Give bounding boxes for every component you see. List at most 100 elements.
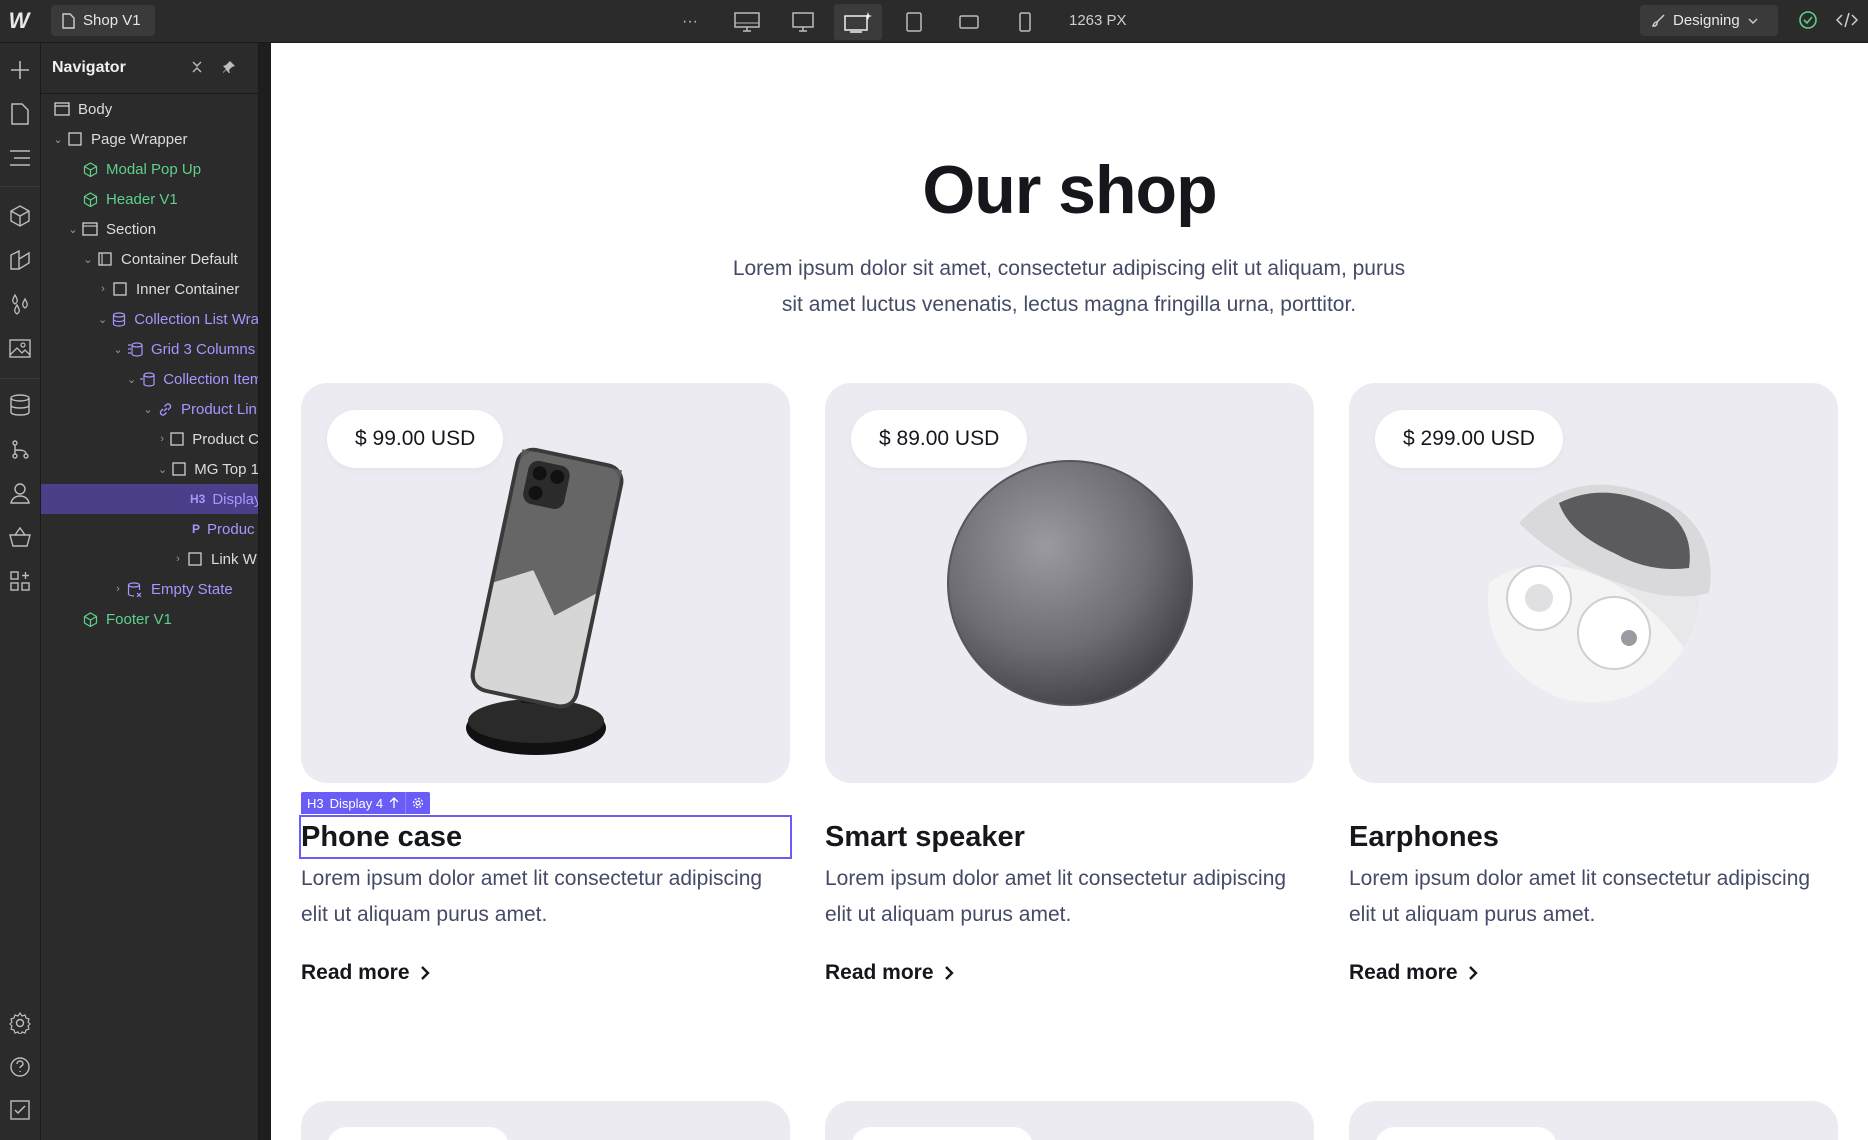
chevron-down-icon[interactable]: ⌄ (97, 313, 108, 326)
pin-panel-icon[interactable] (222, 60, 236, 79)
nav-item-label: Product Lin (181, 400, 257, 418)
style-selectors-icon[interactable] (7, 247, 33, 273)
nav-item-modal-pop-up[interactable]: Modal Pop Up (41, 154, 258, 184)
product-title[interactable]: Phone case (299, 815, 792, 859)
product-card-earphones[interactable]: $ 299.00 USD Earphones Lorem ipsum dolor… (1349, 383, 1838, 984)
product-card-smart-speaker[interactable]: $ 89.00 USD Smart speaker Lorem ipsum do… (825, 383, 1314, 984)
variables-icon[interactable] (7, 291, 33, 317)
read-more-label: Read more (1349, 961, 1458, 984)
apps-icon[interactable] (7, 568, 33, 594)
nav-item-label: Display (212, 490, 259, 508)
selected-element-tag[interactable]: H3 Display 4 (301, 792, 431, 814)
nav-item-grid-3-columns[interactable]: ⌄ Grid 3 Columns (41, 334, 258, 364)
nav-item-label: Collection List Wra (134, 310, 259, 328)
subtitle-line: Lorem ipsum dolor sit amet, consectetur … (732, 257, 1406, 280)
page-selector[interactable]: Shop V1 (51, 5, 155, 36)
read-more-link[interactable]: Read more (301, 961, 430, 985)
audit-checklist-icon[interactable] (7, 1097, 33, 1123)
more-options-button[interactable]: ··· (666, 4, 714, 40)
nav-item-footer-v1[interactable]: Footer V1 (41, 604, 258, 634)
read-more-label: Read more (825, 961, 934, 984)
navigator-icon[interactable] (7, 145, 33, 171)
read-more-link[interactable]: Read more (1349, 961, 1478, 985)
read-more-link[interactable]: Read more (825, 961, 954, 985)
settings-icon[interactable] (7, 1010, 33, 1036)
nav-item-label: Link W (211, 550, 257, 568)
ecommerce-icon[interactable] (7, 524, 33, 550)
chevron-right-icon (944, 966, 954, 980)
webflow-logo-icon[interactable]: W (6, 9, 32, 33)
assets-icon[interactable] (7, 335, 33, 361)
users-icon[interactable] (7, 480, 33, 506)
mode-dropdown[interactable]: Designing (1640, 5, 1778, 36)
description-line: elit ut aliquam purus amet. (301, 903, 548, 926)
product-description[interactable]: Lorem ipsum dolor amet lit consectetur a… (825, 861, 1314, 933)
nav-item-container-default[interactable]: ⌄ Container Default (41, 244, 258, 274)
chevron-right-icon[interactable]: › (112, 583, 124, 595)
product-card-partial[interactable] (825, 1101, 1314, 1140)
select-parent-icon[interactable] (389, 797, 399, 809)
product-card-partial[interactable] (301, 1101, 790, 1140)
subtitle-line: sit amet luctus venenatis, lectus magna … (781, 293, 1357, 316)
product-card-phone-case[interactable]: $ 99.00 USD H3 Display 4 Phone case Lore… (299, 383, 792, 984)
nav-item-body[interactable]: Body (41, 94, 258, 124)
collection-item-icon (139, 371, 155, 387)
chevron-down-icon[interactable]: ⌄ (142, 403, 154, 416)
nav-item-display-heading[interactable]: H3 Display (41, 484, 259, 514)
code-export-icon[interactable] (1835, 10, 1859, 35)
paragraph-tag: P (192, 522, 201, 536)
add-elements-icon[interactable] (7, 57, 33, 83)
desktop-large-breakpoint-icon[interactable] (723, 4, 771, 40)
nav-item-label: Collection Item (163, 370, 259, 388)
desktop-medium-breakpoint-icon[interactable] (779, 4, 827, 40)
nav-item-link-wrapper[interactable]: › Link W (41, 544, 258, 574)
price-badge-partial (1375, 1127, 1557, 1140)
chevron-right-icon[interactable]: › (97, 283, 109, 295)
product-description[interactable]: Lorem ipsum dolor amet lit consectetur a… (301, 861, 790, 933)
nav-item-mg-top[interactable]: ⌄ MG Top 1 (41, 454, 258, 484)
nav-item-empty-state[interactable]: › Empty State (41, 574, 258, 604)
product-description[interactable]: Lorem ipsum dolor amet lit consectetur a… (1349, 861, 1838, 933)
product-image-container[interactable]: $ 299.00 USD (1349, 383, 1838, 783)
nav-item-product-link[interactable]: ⌄ Product Lin (41, 394, 258, 424)
help-icon[interactable] (7, 1053, 33, 1079)
chevron-down-icon[interactable]: ⌄ (82, 253, 94, 266)
nav-item-inner-container[interactable]: › Inner Container (41, 274, 258, 304)
nav-item-header-v1[interactable]: Header V1 (41, 184, 258, 214)
nav-item-product-paragraph[interactable]: P Produc (41, 514, 258, 544)
cms-icon[interactable] (7, 392, 33, 418)
chevron-right-icon[interactable]: › (157, 433, 167, 445)
div-block-icon (170, 431, 184, 447)
product-image-container[interactable]: $ 99.00 USD (301, 383, 790, 783)
logic-icon[interactable] (7, 436, 33, 462)
design-canvas[interactable]: Our shop Lorem ipsum dolor sit amet, con… (271, 43, 1868, 1140)
page-title[interactable]: Our shop (271, 151, 1868, 229)
chevron-down-icon[interactable]: ⌄ (157, 463, 168, 476)
collapse-all-icon[interactable] (191, 60, 203, 79)
page-subtitle[interactable]: Lorem ipsum dolor sit amet, consectetur … (694, 251, 1444, 323)
mobile-portrait-breakpoint-icon[interactable] (1001, 4, 1049, 40)
chevron-down-icon[interactable]: ⌄ (67, 223, 79, 236)
element-settings-gear-icon[interactable] (412, 797, 424, 809)
chevron-down-icon[interactable]: ⌄ (112, 343, 124, 356)
nav-item-collection-list-wrapper[interactable]: ⌄ Collection List Wra (41, 304, 259, 334)
desktop-base-breakpoint-icon[interactable] (834, 4, 882, 40)
mobile-landscape-breakpoint-icon[interactable] (945, 4, 993, 40)
tablet-breakpoint-icon[interactable] (890, 4, 938, 40)
pages-icon[interactable] (7, 101, 33, 127)
nav-item-section[interactable]: ⌄ Section (41, 214, 258, 244)
chevron-right-icon[interactable]: › (172, 553, 184, 565)
product-title[interactable]: Smart speaker (825, 817, 1314, 857)
chevron-down-icon[interactable]: ⌄ (52, 133, 64, 146)
nav-item-collection-item[interactable]: ⌄ Collection Item (41, 364, 259, 394)
components-icon[interactable] (7, 203, 33, 229)
chevron-down-icon[interactable]: ⌄ (127, 373, 136, 386)
nav-item-product-c[interactable]: › Product C (41, 424, 258, 454)
product-title[interactable]: Earphones (1349, 817, 1838, 857)
container-icon (97, 251, 113, 267)
class-name-label: Display 4 (329, 795, 384, 811)
publish-status-check-icon[interactable] (1798, 10, 1818, 35)
product-card-partial[interactable] (1349, 1101, 1838, 1140)
product-image-container[interactable]: $ 89.00 USD (825, 383, 1314, 783)
nav-item-page-wrapper[interactable]: ⌄ Page Wrapper (41, 124, 258, 154)
